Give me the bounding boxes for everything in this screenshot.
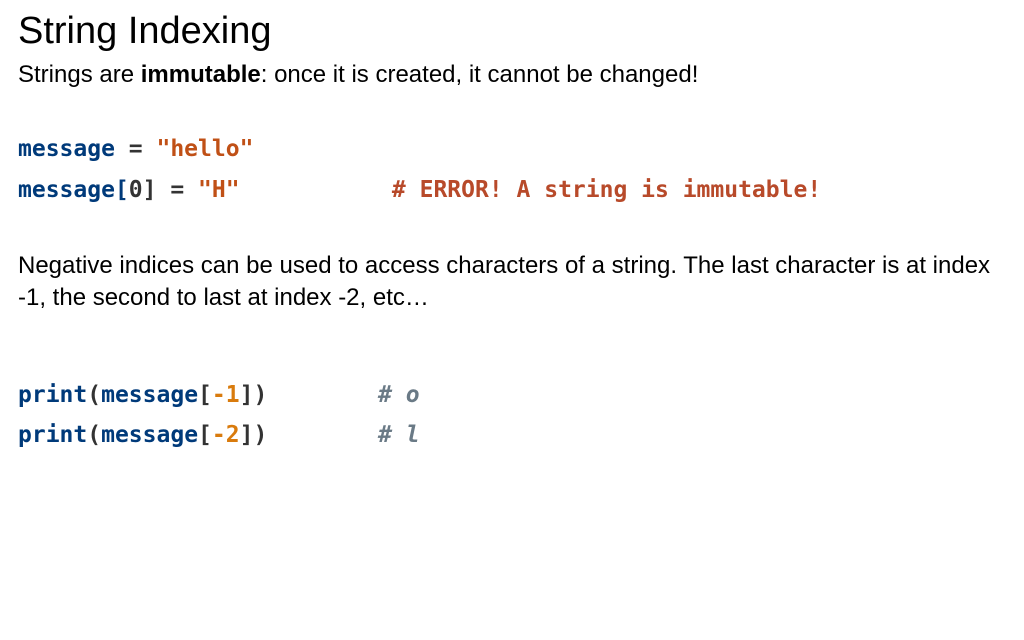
code-pad	[267, 422, 378, 448]
code-string: "H"	[198, 177, 240, 203]
code-line: print(message[-1]) # o	[18, 375, 1006, 415]
code-block-2: print(message[-1]) # o print(message[-2]…	[18, 375, 1006, 456]
code-number: -2	[212, 422, 240, 448]
code-line: print(message[-2]) # l	[18, 415, 1006, 455]
negative-index-paragraph: Negative indices can be used to access c…	[18, 250, 1006, 315]
intro-suffix: : once it is created, it cannot be chang…	[261, 61, 699, 88]
code-block-1: message = "hello" message[0] = "H" # ERR…	[18, 129, 1006, 210]
code-paren: )	[253, 382, 267, 408]
code-bracket: ]	[240, 422, 254, 448]
code-output-comment: # l	[378, 422, 420, 448]
code-operator: =	[115, 136, 157, 162]
code-pad	[240, 177, 392, 203]
intro-prefix: Strings are	[18, 61, 141, 88]
code-identifier: message[	[18, 177, 129, 203]
code-identifier: message	[18, 136, 115, 162]
code-bracket: [	[198, 382, 212, 408]
intro-bold: immutable	[141, 61, 261, 88]
code-paren: (	[87, 382, 101, 408]
code-output-comment: # o	[378, 382, 420, 408]
code-number: -1	[212, 382, 240, 408]
code-function: print	[18, 382, 87, 408]
intro-paragraph: Strings are immutable: once it is create…	[18, 59, 1006, 91]
page-title: String Indexing	[18, 10, 1006, 53]
code-error-comment: # ERROR! A string is immutable!	[392, 177, 821, 203]
code-bracket: [	[198, 422, 212, 448]
code-line: message = "hello"	[18, 129, 1006, 169]
code-paren: )	[253, 422, 267, 448]
code-pad	[267, 382, 378, 408]
code-bracket: ]	[240, 382, 254, 408]
code-line: message[0] = "H" # ERROR! A string is im…	[18, 170, 1006, 210]
code-string: "hello"	[156, 136, 253, 162]
code-identifier: message	[101, 422, 198, 448]
code-function: print	[18, 422, 87, 448]
code-paren: (	[87, 422, 101, 448]
code-operator: ] =	[143, 177, 198, 203]
code-identifier: message	[101, 382, 198, 408]
code-index: 0	[129, 177, 143, 203]
